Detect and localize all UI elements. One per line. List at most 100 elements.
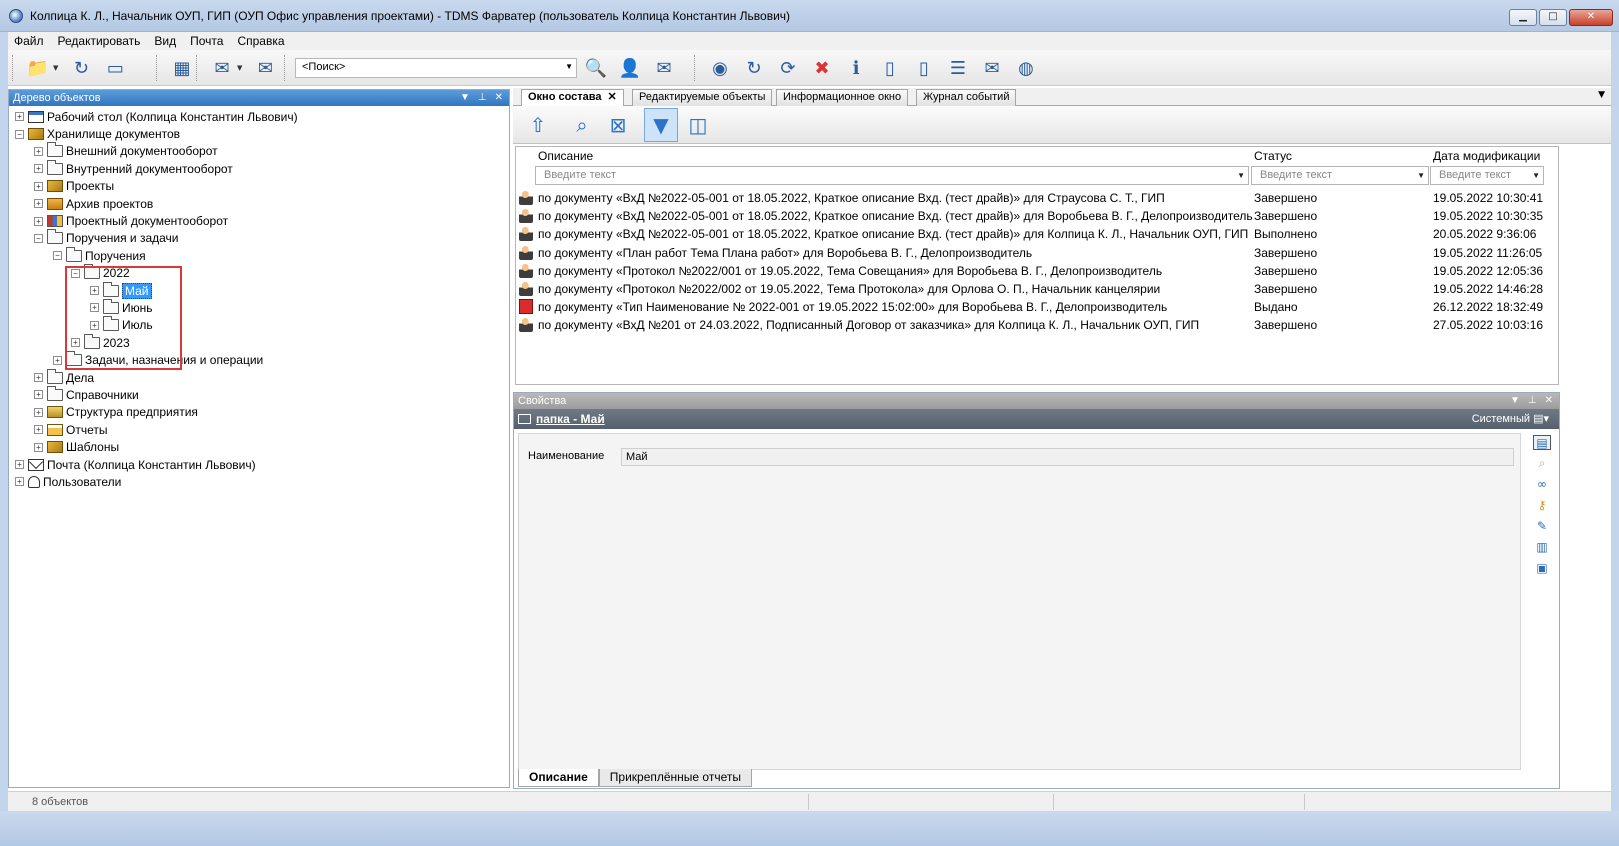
reload-icon[interactable]: ↻ [739,53,769,83]
column-header-status[interactable]: Статус [1254,149,1292,163]
maximize-button[interactable]: □ [1539,9,1567,26]
filter-date-input[interactable]: Введите текст ▼ [1430,166,1544,185]
tree-item-assignments-and-tasks[interactable]: − Поручения и задачи [9,229,509,247]
table-row[interactable]: по документу «ВхД №201 от 24.03.2022, По… [516,316,1558,334]
menu-mail[interactable]: Почта [190,34,223,48]
tree-item-cases[interactable]: + Дела [9,368,509,386]
tree-item-users[interactable]: + Пользователи [9,473,509,490]
inbox-mail-icon[interactable]: ✉ [977,53,1007,83]
tree-item-templates[interactable]: + Шаблоны [9,438,509,455]
tab-attached-reports[interactable]: Прикреплённые отчеты [598,769,752,787]
menu-view[interactable]: Вид [154,34,176,48]
title-bar[interactable]: Колпица К. Л., Начальник ОУП, ГИП (ОУП О… [0,0,1619,32]
compose-mail-icon[interactable]: ✉ [207,53,237,83]
clear-filter-icon[interactable]: ◫ [681,108,715,142]
tree-item-projects[interactable]: + Проекты [9,178,509,195]
menu-edit[interactable]: Редактировать [58,34,141,48]
tab-composition[interactable]: Окно состава ✕ [521,89,624,107]
close-button[interactable]: ✕ [1569,9,1613,26]
menu-file[interactable]: Файл [14,34,44,48]
table-row[interactable]: по документу «Протокол №2022/002 от 19.0… [516,280,1558,298]
settings-window-icon[interactable]: ▣ [1533,561,1551,576]
tab-list-dropdown-icon[interactable]: ▼ [1598,90,1605,100]
expand-icon[interactable]: + [90,286,99,296]
bookmark-icon[interactable]: ▯ [875,53,905,83]
expand-icon[interactable]: + [34,425,43,435]
info-icon[interactable]: ℹ [841,53,871,83]
users-sync-icon[interactable]: ⟳ [773,53,803,83]
toolbar-grip[interactable] [196,55,199,81]
tree-item-desktop[interactable]: + Рабочий стол (Колпица Константин Львови… [9,108,509,125]
tree-item-june[interactable]: + Июнь [9,298,509,316]
tree-item-internal-docflow[interactable]: + Внутренний документооборот [9,159,509,177]
expand-icon[interactable]: + [34,390,43,400]
collapse-icon[interactable]: − [71,268,80,278]
book-icon[interactable]: ▥ [1533,540,1551,555]
compose-mail-dropdown-icon[interactable]: ▼ [237,64,242,72]
tree-item-document-storage[interactable]: − Хранилище документов [9,125,509,142]
tab-close-icon[interactable]: ✕ [608,91,617,103]
panel-close-icon[interactable]: ✕ [1545,393,1553,409]
tree-item-tasks-operations[interactable]: + Задачи, назначения и операции [9,351,509,368]
message-icon[interactable]: ☰ [943,53,973,83]
name-field[interactable]: Май [621,448,1514,466]
find-user-icon[interactable]: 👤 [615,53,645,83]
column-header-date[interactable]: Дата модификации [1433,149,1540,163]
filter-description-input[interactable]: Введите текст ▼ [535,166,1249,185]
new-object-icon[interactable]: 📁 [23,53,53,83]
filter-dropdown-icon[interactable]: ▼ [1417,171,1425,180]
pin-icon[interactable]: ⊥ [478,90,487,106]
edit-pencil-icon[interactable]: ✎ [1533,519,1551,534]
toolbar-grip[interactable] [12,55,15,81]
pin-icon[interactable]: ⊥ [1528,393,1537,409]
filter-icon[interactable]: ▼ [644,108,678,142]
tree-item-directories[interactable]: + Справочники [9,385,509,403]
expand-icon[interactable]: + [34,442,43,452]
toolbar-grip[interactable] [694,55,697,81]
tab-edited-objects[interactable]: Редактируемые объекты [632,89,773,106]
new-object-dropdown-icon[interactable]: ▼ [53,64,58,72]
app-icon[interactable] [9,9,23,23]
tree-item-project-archive[interactable]: + Архив проектов [9,195,509,212]
search-mail-icon[interactable]: ✉ [649,53,679,83]
globe-icon[interactable]: ◍ [1011,53,1041,83]
search-dropdown-icon[interactable]: ▼ [565,62,573,71]
refresh-icon[interactable]: ↻ [66,53,96,83]
tree-item-july[interactable]: + Июль [9,316,509,334]
tree-item-external-docflow[interactable]: + Внешний документооборот [9,142,509,160]
expand-icon[interactable]: + [34,373,43,383]
tab-description[interactable]: Описание [518,769,599,787]
export-excel-icon[interactable]: ⊠ [601,108,635,142]
expand-icon[interactable]: + [34,146,43,156]
expand-icon[interactable]: + [53,355,62,365]
table-row[interactable]: по документу «ВхД №2022-05-001 от 18.05.… [516,225,1558,243]
view-mode-selector[interactable]: Системный ▤▾ [1472,409,1549,429]
tree-view-icon[interactable]: ⌕ [565,108,599,142]
expand-icon[interactable]: + [90,303,99,313]
send-mail-icon[interactable]: ✉ [250,53,280,83]
expand-icon[interactable]: + [15,112,24,122]
document-icon[interactable]: ▯ [909,53,939,83]
expand-icon[interactable]: + [34,181,43,191]
tab-event-log[interactable]: Журнал событий [916,89,1017,106]
up-level-icon[interactable]: ⇧ [521,108,555,142]
toolbar-grip[interactable] [284,55,287,81]
attributes-icon[interactable]: ▤ [1533,435,1551,450]
desktop-icon[interactable]: ▭ [100,53,130,83]
column-header-description[interactable]: Описание [538,149,593,163]
tab-info-window[interactable]: Информационное окно [776,89,909,106]
tree-item-assignments[interactable]: − Поручения [9,246,509,264]
minimize-button[interactable]: ▁ [1509,9,1537,26]
toolbar-grip[interactable] [156,55,159,81]
table-row[interactable]: по документу «ВхД №2022-05-001 от 18.05.… [516,189,1558,207]
collapse-icon[interactable]: − [15,129,24,139]
panel-menu-icon[interactable]: ▼ [460,90,470,106]
filter-dropdown-icon[interactable]: ▼ [1532,171,1540,180]
filter-dropdown-icon[interactable]: ▼ [1237,171,1245,180]
object-link[interactable]: папка - Май [536,412,605,426]
zoom-icon[interactable]: ⌕ [1533,456,1551,471]
expand-icon[interactable]: + [71,338,80,348]
search-icon[interactable]: 🔍 [581,53,611,83]
tree-item-2023[interactable]: +2023 [9,333,509,351]
expand-icon[interactable]: + [34,216,43,226]
